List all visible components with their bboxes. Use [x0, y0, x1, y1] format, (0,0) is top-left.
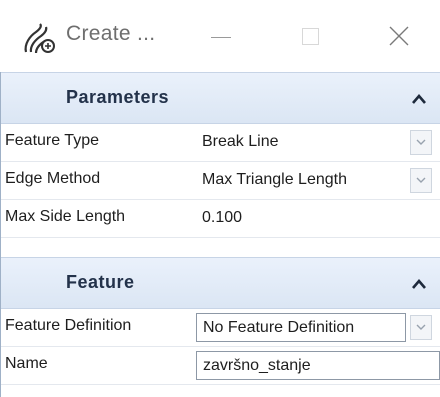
property-label: Name [5, 355, 48, 372]
chevron-up-icon[interactable] [411, 92, 427, 110]
property-label: Feature Definition [5, 317, 132, 334]
property-row-name: Name završno_stanje [1, 347, 440, 385]
dropdown-arrow-icon[interactable] [410, 315, 432, 340]
feature-type-dropdown[interactable]: Break Line [196, 128, 406, 157]
property-row-max-side-length: Max Side Length 0.100 [1, 200, 440, 238]
section-title: Feature [66, 272, 135, 292]
section-header-parameters[interactable]: Parameters [1, 72, 440, 124]
minimize-icon[interactable] [198, 18, 244, 54]
create-feature-dialog: Create ... Parameters Feature Type Break… [0, 0, 440, 397]
section-header-feature[interactable]: Feature [1, 257, 440, 309]
maximize-icon[interactable] [287, 18, 333, 54]
property-label: Edge Method [5, 170, 101, 187]
property-label: Feature Type [5, 132, 99, 149]
property-row-feature-definition: Feature Definition No Feature Definition [1, 309, 440, 347]
close-icon[interactable] [376, 18, 422, 54]
property-row-feature-type: Feature Type Break Line [1, 124, 440, 162]
section-title: Parameters [66, 87, 170, 107]
window-title: Create ... [66, 22, 156, 45]
feature-definition-dropdown[interactable]: No Feature Definition [196, 313, 406, 342]
edge-method-dropdown[interactable]: Max Triangle Length [196, 166, 406, 195]
name-input[interactable]: završno_stanje [196, 351, 440, 380]
dropdown-arrow-icon[interactable] [410, 130, 432, 155]
feature-tool-icon [22, 22, 58, 56]
property-label: Max Side Length [5, 208, 126, 225]
chevron-up-icon[interactable] [411, 277, 427, 295]
dropdown-arrow-icon[interactable] [410, 168, 432, 193]
title-bar[interactable]: Create ... [0, 0, 440, 72]
property-row-edge-method: Edge Method Max Triangle Length [1, 162, 440, 200]
max-side-length-input[interactable]: 0.100 [196, 204, 440, 233]
